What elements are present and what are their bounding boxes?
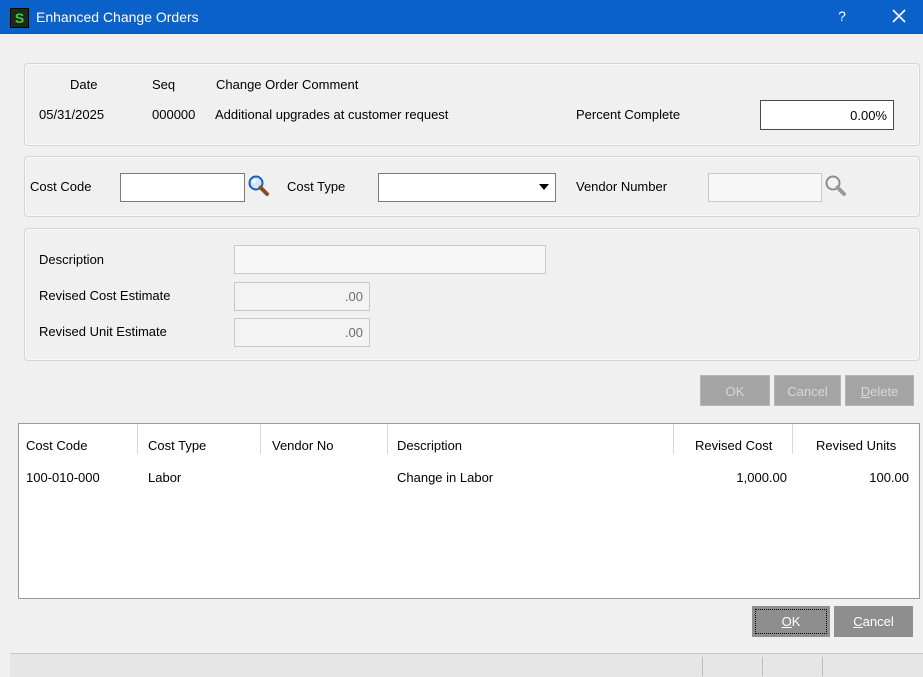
description-label: Description [39, 252, 105, 267]
help-button[interactable]: ? [834, 8, 850, 24]
status-bar [10, 653, 923, 677]
cancel-button[interactable]: Cancel [834, 606, 913, 637]
column-separator [260, 424, 261, 454]
status-bar-divider [822, 657, 823, 676]
cost-code-input[interactable] [120, 173, 245, 202]
date-value: 05/31/2025 [39, 107, 105, 122]
revised-unit-estimate-field[interactable]: .00 [234, 318, 370, 347]
line-delete-button[interactable]: Delete [845, 375, 914, 406]
status-bar-divider [762, 657, 763, 676]
column-header-revised-units[interactable]: Revised Units [816, 438, 896, 453]
line-cancel-button[interactable]: Cancel [774, 375, 841, 406]
cost-code-label: Cost Code [30, 179, 92, 194]
column-header-cost-type[interactable]: Cost Type [148, 438, 206, 453]
cost-type-label: Cost Type [287, 179, 346, 194]
revised-cost-estimate-label: Revised Cost Estimate [39, 288, 171, 303]
vendor-lookup-icon[interactable] [823, 173, 849, 199]
table-cell-cost-type[interactable]: Labor [148, 470, 181, 485]
vendor-number-input[interactable] [708, 173, 822, 202]
column-separator [137, 424, 138, 454]
chevron-down-icon [539, 184, 549, 190]
description-input[interactable] [234, 245, 546, 274]
column-separator [792, 424, 793, 454]
line-ok-button[interactable]: OK [700, 375, 770, 406]
percent-complete-label: Percent Complete [576, 107, 681, 122]
column-separator [387, 424, 388, 454]
column-header-cost-code[interactable]: Cost Code [26, 438, 87, 453]
column-header-revised-cost[interactable]: Revised Cost [695, 438, 772, 453]
table-cell-cost-code[interactable]: 100-010-000 [26, 470, 100, 485]
close-icon[interactable] [888, 5, 910, 27]
vendor-number-label: Vendor Number [576, 179, 668, 194]
date-label: Date [70, 77, 98, 92]
app-icon: S [10, 8, 29, 28]
percent-complete-value: 0.00% [850, 108, 887, 123]
seq-label: Seq [152, 77, 176, 92]
percent-complete-field[interactable]: 0.00% [760, 100, 894, 130]
seq-value: 000000 [152, 107, 196, 122]
revised-unit-estimate-label: Revised Unit Estimate [39, 324, 167, 339]
table-cell-revised-cost[interactable]: 1,000.00 [673, 470, 787, 485]
status-bar-divider [702, 657, 703, 676]
column-header-vendor-no[interactable]: Vendor No [272, 438, 333, 453]
change-order-lines-grid[interactable]: Cost Code Cost Type Vendor No Descriptio… [18, 423, 920, 599]
revised-cost-estimate-field[interactable]: .00 [234, 282, 370, 311]
cost-code-lookup-icon[interactable] [246, 173, 272, 199]
window-title: Enhanced Change Orders [36, 9, 199, 25]
table-cell-description[interactable]: Change in Labor [397, 470, 493, 485]
column-header-description[interactable]: Description [397, 438, 462, 453]
column-separator [673, 424, 674, 454]
cost-type-select[interactable] [378, 173, 556, 202]
comment-value: Additional upgrades at customer request [215, 107, 449, 122]
ok-button[interactable]: OK [752, 606, 830, 637]
comment-label: Change Order Comment [216, 77, 359, 92]
table-cell-revised-units[interactable]: 100.00 [792, 470, 909, 485]
